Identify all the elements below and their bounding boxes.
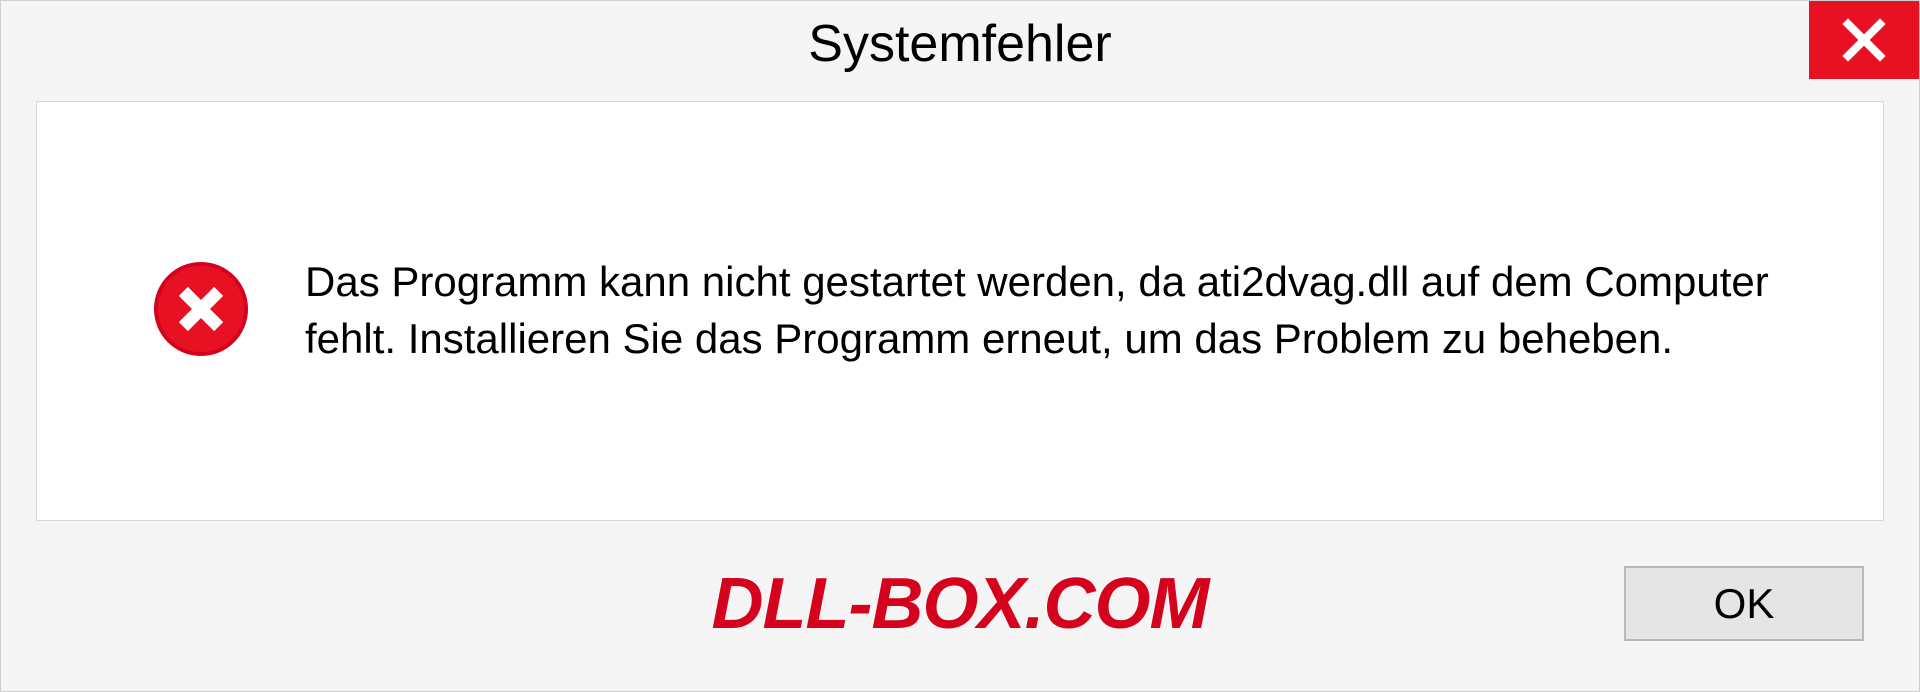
watermark-text: DLL-BOX.COM: [712, 563, 1209, 645]
error-dialog: Systemfehler Das Programm kann nicht ges…: [0, 0, 1920, 692]
titlebar: Systemfehler: [1, 1, 1919, 86]
close-icon: [1840, 16, 1888, 64]
error-icon: [152, 260, 250, 363]
ok-button[interactable]: OK: [1624, 566, 1864, 641]
error-message: Das Programm kann nicht gestartet werden…: [305, 254, 1803, 367]
content-area: Das Programm kann nicht gestartet werden…: [36, 101, 1884, 521]
dialog-title: Systemfehler: [808, 14, 1111, 74]
close-button[interactable]: [1809, 1, 1919, 79]
footer: DLL-BOX.COM OK: [1, 546, 1919, 691]
